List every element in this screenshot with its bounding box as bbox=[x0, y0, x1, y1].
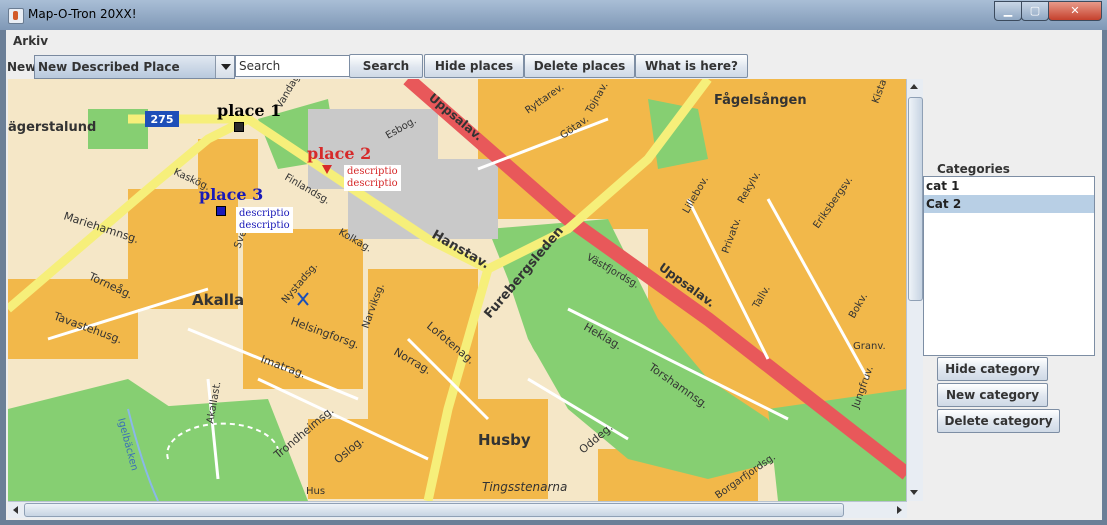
categories-list[interactable]: cat 1 Cat 2 bbox=[923, 176, 1095, 356]
menu-arkiv[interactable]: Arkiv bbox=[13, 34, 48, 48]
search-button[interactable]: Search bbox=[349, 54, 423, 78]
hide-places-button[interactable]: Hide places bbox=[424, 54, 524, 78]
categories-label: Categories bbox=[937, 162, 1010, 176]
place-2-description: descriptio descriptio bbox=[344, 165, 401, 191]
java-app-icon bbox=[8, 8, 24, 24]
hide-category-button[interactable]: Hide category bbox=[937, 357, 1048, 381]
map-image[interactable]: 275 ägerstalund Uppsalav. Uppsalav. Fåge… bbox=[8, 79, 907, 501]
search-input[interactable] bbox=[235, 55, 353, 77]
place-3-label: place 3 bbox=[199, 185, 264, 204]
window-title: Map-O-Tron 20XX! bbox=[28, 7, 137, 21]
client-area: Arkiv New: New Described Place Search Hi… bbox=[6, 30, 1102, 520]
new-category-button[interactable]: New category bbox=[937, 383, 1048, 407]
place-3-description-line: descriptio bbox=[239, 208, 290, 219]
close-button[interactable]: ✕ bbox=[1048, 1, 1102, 21]
place-type-dropdown[interactable]: New Described Place bbox=[34, 55, 235, 79]
delete-category-button[interactable]: Delete category bbox=[937, 409, 1060, 433]
scroll-down-arrow-icon[interactable] bbox=[907, 485, 922, 501]
toolbar: New: New Described Place Search Hide pla… bbox=[6, 54, 1102, 79]
place-type-value: New Described Place bbox=[38, 60, 180, 74]
place-2-description-line: descriptio bbox=[347, 166, 398, 177]
place-2-marker[interactable] bbox=[322, 165, 332, 174]
map-label-granv: Granv. bbox=[853, 341, 886, 352]
place-1-label: place 1 bbox=[217, 101, 282, 120]
place-1-marker[interactable] bbox=[234, 122, 244, 132]
title-bar[interactable]: Map-O-Tron 20XX! ▁ ▢ ✕ bbox=[0, 0, 1107, 30]
horizontal-scroll-thumb[interactable] bbox=[24, 503, 844, 517]
scroll-right-arrow-icon[interactable] bbox=[891, 502, 907, 518]
delete-places-button[interactable]: Delete places bbox=[524, 54, 635, 78]
map-horizontal-scrollbar[interactable] bbox=[8, 501, 907, 518]
map-label-hus: Hus bbox=[306, 486, 325, 497]
place-3-description: descriptio descriptio bbox=[236, 207, 293, 233]
scroll-left-arrow-icon[interactable] bbox=[8, 502, 24, 518]
minimize-button[interactable]: ▁ bbox=[994, 1, 1022, 21]
map-vertical-scrollbar[interactable] bbox=[906, 79, 923, 501]
place-3-marker[interactable] bbox=[216, 206, 226, 216]
dropdown-arrow-icon[interactable] bbox=[215, 56, 234, 78]
maximize-button[interactable]: ▢ bbox=[1021, 1, 1049, 21]
what-is-here-button[interactable]: What is here? bbox=[635, 54, 748, 78]
category-item-selected[interactable]: Cat 2 bbox=[924, 195, 1094, 213]
place-2-label: place 2 bbox=[307, 144, 372, 163]
menu-bar: Arkiv bbox=[6, 30, 1102, 52]
map-label-husby: Husby bbox=[478, 431, 531, 449]
map-label-tingsstenarna: Tingsstenarna bbox=[482, 480, 567, 494]
place-3-description-line: descriptio bbox=[239, 220, 290, 231]
map-label-agerstalund: ägerstalund bbox=[8, 120, 96, 135]
route-275-label: 275 bbox=[151, 113, 174, 126]
category-item[interactable]: cat 1 bbox=[924, 177, 1094, 195]
application-window: Map-O-Tron 20XX! ▁ ▢ ✕ Arkiv New: New De… bbox=[0, 0, 1107, 525]
place-2-description-line: descriptio bbox=[347, 178, 398, 189]
map-label-fagelsangen: Fågelsången bbox=[714, 93, 807, 108]
map-label-akalla: Akalla bbox=[192, 291, 244, 309]
vertical-scroll-thumb[interactable] bbox=[908, 97, 923, 301]
scroll-up-arrow-icon[interactable] bbox=[907, 79, 922, 95]
map-view[interactable]: 275 ägerstalund Uppsalav. Uppsalav. Fåge… bbox=[8, 79, 907, 501]
